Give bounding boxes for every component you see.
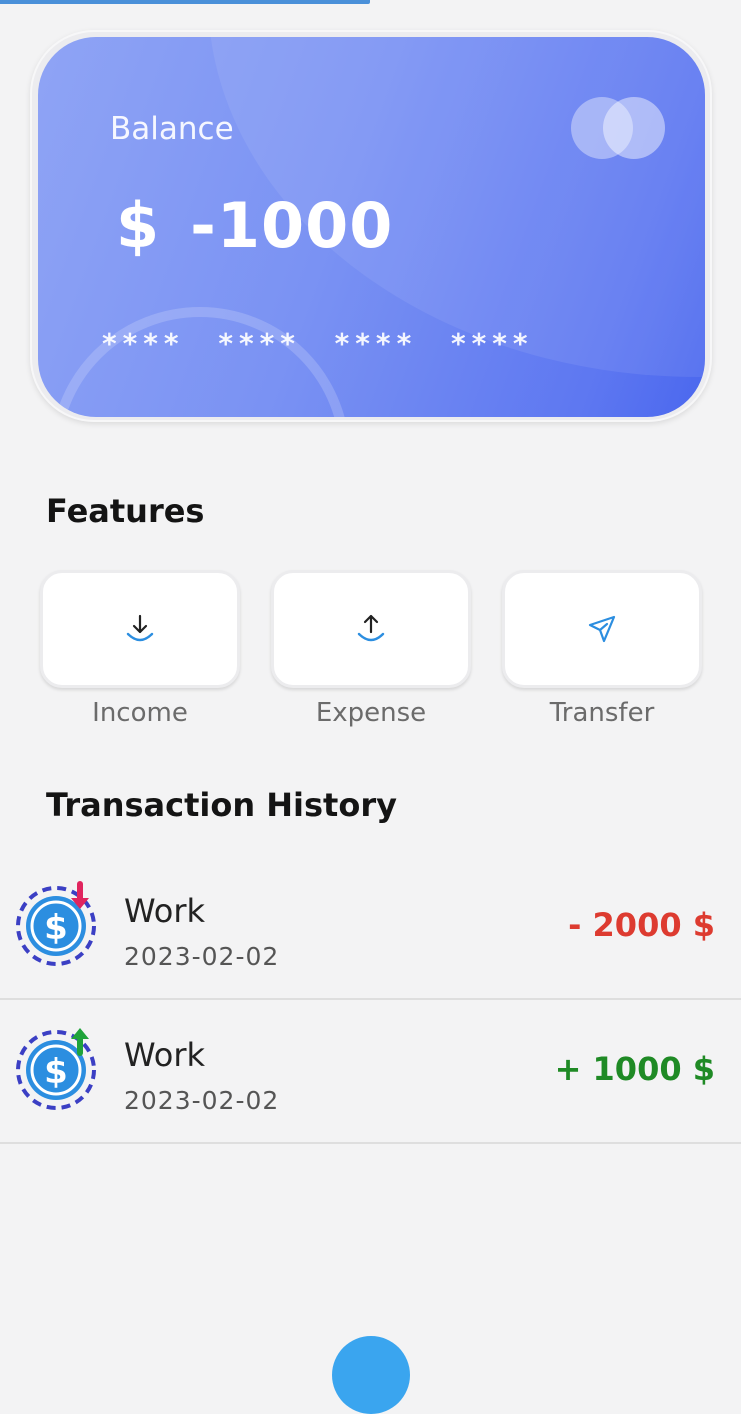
balance-card[interactable]: Balance $ -1000 **** **** **** **** bbox=[38, 37, 705, 417]
balance-currency: $ bbox=[116, 189, 161, 262]
income-feature-label: Income bbox=[92, 698, 188, 728]
features-heading: Features bbox=[46, 492, 205, 530]
masked-card-number: **** **** **** **** bbox=[102, 327, 534, 360]
transfer-feature-label: Transfer bbox=[549, 698, 655, 728]
card-decoration-ring bbox=[50, 307, 350, 417]
balance-label: Balance bbox=[110, 111, 234, 147]
dollar-up-icon: $ bbox=[16, 1028, 96, 1110]
transaction-amount: - 2000 $ bbox=[568, 906, 715, 944]
transaction-date: 2023-02-02 bbox=[124, 1086, 280, 1115]
transaction-amount: + 1000 $ bbox=[554, 1050, 715, 1088]
income-feature-button[interactable]: Income bbox=[40, 570, 240, 728]
income-feature-box[interactable] bbox=[40, 570, 240, 688]
top-tab-indicator bbox=[0, 0, 370, 4]
floating-action-button[interactable] bbox=[332, 1336, 410, 1414]
balance-value: -1000 bbox=[190, 189, 394, 262]
transaction-name: Work bbox=[124, 892, 206, 930]
download-arrow-icon bbox=[126, 614, 154, 642]
expense-feature-box[interactable] bbox=[271, 570, 471, 688]
upload-arrow-icon bbox=[357, 614, 385, 642]
expense-feature-label: Expense bbox=[315, 698, 427, 728]
svg-text:$: $ bbox=[44, 1052, 68, 1092]
card-logo-icon bbox=[571, 97, 667, 161]
transfer-feature-box[interactable] bbox=[502, 570, 702, 688]
transaction-name: Work bbox=[124, 1036, 206, 1074]
transfer-feature-button[interactable]: Transfer bbox=[502, 570, 702, 728]
expense-feature-button[interactable]: Expense bbox=[271, 570, 471, 728]
transaction-row[interactable]: $ Work 2023-02-02 + 1000 $ bbox=[0, 1002, 741, 1144]
transaction-history-heading: Transaction History bbox=[46, 786, 397, 824]
transaction-row[interactable]: $ Work 2023-02-02 - 2000 $ bbox=[0, 858, 741, 1000]
transaction-date: 2023-02-02 bbox=[124, 942, 280, 971]
dollar-down-icon: $ bbox=[16, 881, 96, 966]
svg-text:$: $ bbox=[44, 908, 68, 948]
balance-amount: $ -1000 bbox=[116, 189, 393, 262]
send-icon bbox=[588, 615, 616, 643]
